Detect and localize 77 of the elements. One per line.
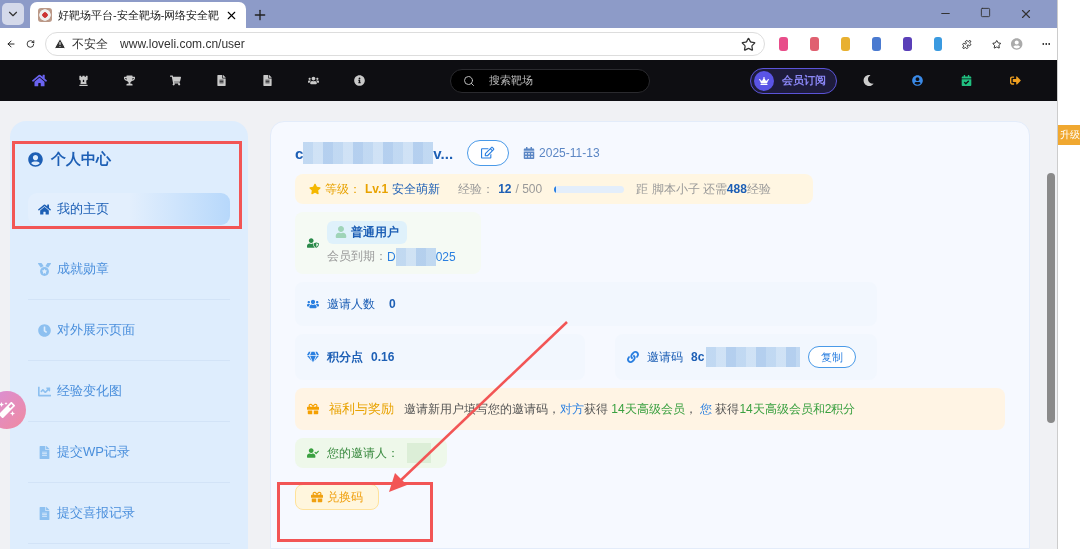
expiry-date: 025 bbox=[435, 249, 456, 264]
level-label: 等级： bbox=[325, 180, 361, 198]
invites-value: 0 bbox=[389, 297, 396, 311]
gem-icon bbox=[307, 351, 319, 363]
home-icon bbox=[38, 202, 51, 216]
sidebar-item[interactable]: 提交WP记录 bbox=[28, 436, 230, 468]
crown-icon bbox=[754, 70, 774, 91]
favicon bbox=[38, 8, 52, 22]
exp-label: 经验： bbox=[458, 180, 495, 198]
tab-title: 好靶场平台-安全靶场-网络安全靶 bbox=[58, 7, 220, 23]
points-value: 0.16 bbox=[371, 350, 395, 364]
user-icon bbox=[28, 151, 43, 167]
maximize-icon[interactable] bbox=[980, 7, 991, 18]
calendar-icon bbox=[523, 147, 536, 159]
medal-icon bbox=[38, 262, 51, 276]
subscribe-button[interactable]: 会员订阅 bbox=[750, 67, 837, 94]
reward-title: 福利与奖励 bbox=[329, 400, 394, 418]
sidebar-title: 个人中心 bbox=[51, 149, 111, 169]
exp-value: 12 bbox=[498, 182, 512, 196]
invites-label: 邀请人数 bbox=[327, 295, 375, 313]
sidebar-item[interactable]: 成就勋章 bbox=[28, 253, 230, 285]
browser-tab[interactable]: 好靶场平台-安全靶场-网络安全靶 bbox=[30, 2, 247, 28]
gift-icon bbox=[311, 491, 323, 503]
blurred-text bbox=[395, 247, 436, 266]
extension-icon[interactable] bbox=[933, 37, 943, 51]
favorite-icon[interactable] bbox=[741, 36, 757, 52]
level-value: Lv.1 bbox=[365, 182, 389, 196]
inviter-label: 您的邀请人： bbox=[327, 444, 399, 462]
line-chart-icon bbox=[38, 384, 51, 398]
user-shield-icon bbox=[307, 237, 319, 249]
magic-wand-icon bbox=[0, 402, 15, 418]
warning-icon bbox=[54, 38, 67, 50]
extension-icon[interactable] bbox=[902, 37, 912, 51]
exp-max: / 500 bbox=[515, 182, 543, 196]
expiry-label: 会员到期： bbox=[327, 248, 387, 265]
sidebar-item[interactable]: 经验变化图 bbox=[28, 375, 230, 407]
link-icon bbox=[627, 351, 639, 363]
points-label: 积分点 bbox=[327, 348, 363, 366]
user-icon bbox=[335, 226, 347, 238]
sidebar-item[interactable]: 对外展示页面 bbox=[28, 314, 230, 346]
edit-icon bbox=[481, 146, 495, 160]
invite-code-label: 邀请码 bbox=[647, 348, 683, 366]
search-field[interactable]: 搜索靶场 bbox=[450, 68, 650, 93]
user-icon[interactable] bbox=[912, 75, 923, 86]
document-icon bbox=[38, 445, 51, 459]
sidebar-item[interactable]: 我的主页 bbox=[28, 193, 230, 225]
extension-icon[interactable] bbox=[871, 37, 881, 51]
logout-icon[interactable] bbox=[1010, 75, 1021, 86]
extension-icon[interactable] bbox=[809, 37, 819, 51]
level-title: 安全萌新 bbox=[392, 180, 441, 198]
role-tag: 普通用户 bbox=[327, 220, 407, 244]
username: v... bbox=[433, 144, 454, 162]
next-level-text: 距 脚本小子 还需488经验 bbox=[636, 180, 771, 198]
extension-icon[interactable] bbox=[779, 37, 788, 51]
edit-button[interactable] bbox=[467, 140, 510, 166]
security-label: 不安全 bbox=[72, 35, 109, 53]
tab-list-button[interactable] bbox=[2, 3, 24, 25]
copy-button[interactable]: 复制 bbox=[808, 346, 857, 368]
reload-icon[interactable] bbox=[26, 37, 36, 51]
clock-icon bbox=[38, 323, 51, 337]
search-icon bbox=[463, 74, 475, 87]
invite-code: 8c bbox=[691, 350, 705, 364]
user-check-icon bbox=[307, 447, 319, 459]
username: c bbox=[295, 144, 304, 162]
document-icon bbox=[38, 506, 51, 520]
url-text: www.loveli.com.cn/user bbox=[120, 37, 245, 51]
upgrade-tag: 升级 bbox=[1058, 125, 1080, 145]
gift-icon bbox=[307, 403, 319, 415]
search-placeholder: 搜索靶场 bbox=[489, 73, 533, 88]
expiry-date: D bbox=[387, 249, 396, 264]
users-icon bbox=[307, 298, 319, 310]
join-date: 2025-11-13 bbox=[539, 146, 600, 160]
moon-icon[interactable] bbox=[863, 75, 874, 86]
star-icon bbox=[309, 183, 321, 195]
sidebar-item[interactable]: 提交喜报记录 bbox=[28, 497, 230, 529]
blurred-text bbox=[407, 443, 431, 463]
calendar-icon[interactable] bbox=[961, 75, 972, 86]
